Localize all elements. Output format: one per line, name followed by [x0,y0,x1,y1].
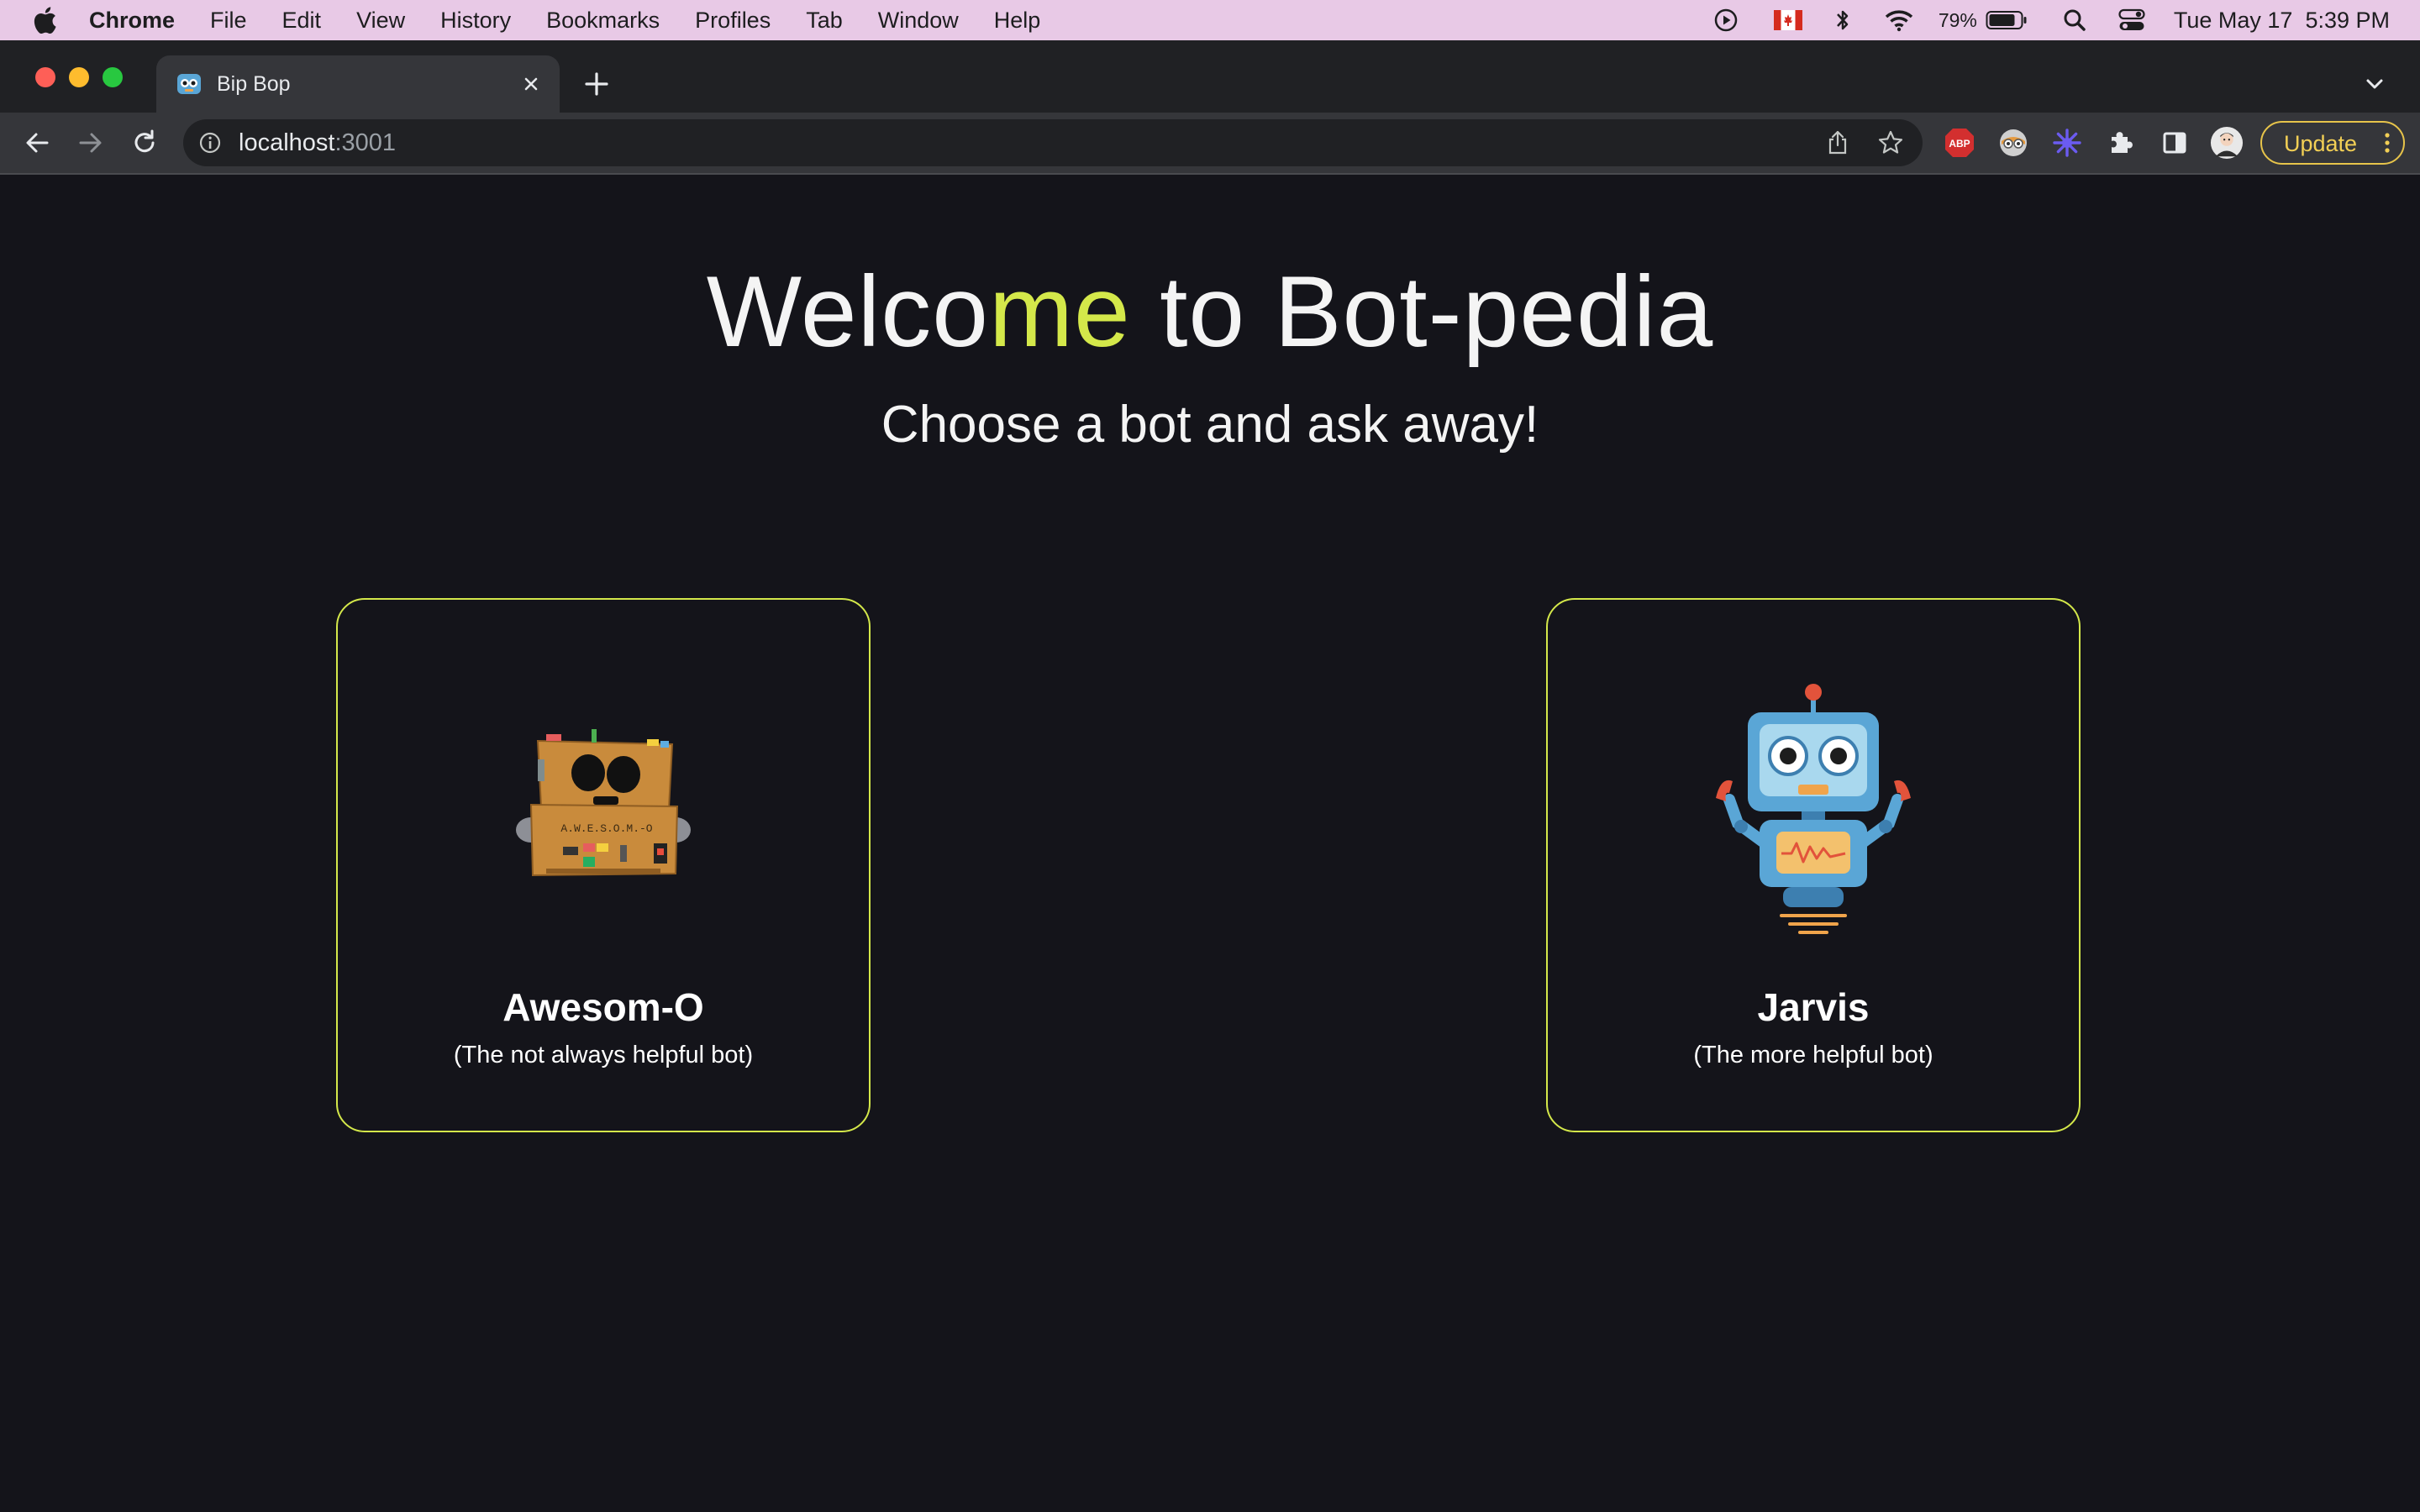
media-play-icon[interactable] [1713,8,1739,33]
bot-name-awesom-o: Awesom-O [502,985,704,1029]
abp-badge-text: ABP [1949,138,1970,150]
side-panel-icon[interactable] [2158,126,2191,160]
menu-edit[interactable]: Edit [282,8,322,34]
menu-history[interactable]: History [440,8,511,34]
reload-icon[interactable] [129,128,160,158]
spotlight-search-icon[interactable] [2063,8,2086,32]
page-title: Welcome to Bot-pedia [0,254,2420,370]
jarvis-robot-icon [1716,684,1911,934]
profile-extension-icon[interactable] [1996,126,2030,160]
awesom-o-chest-text: A.W.E.S.O.M.-O [560,822,652,835]
title-part-2: to Bot-pedia [1130,255,1714,368]
back-arrow-icon[interactable] [22,128,52,158]
robot-favicon-icon [177,74,201,94]
control-center-icon[interactable] [2118,8,2145,32]
status-area: 79% Tue May 17 5:39 PM [1713,0,2420,40]
window-minimize-button[interactable] [69,67,89,87]
canada-flag-icon[interactable] [1773,10,1802,30]
update-button-label: Update [2284,131,2358,156]
menu-clock[interactable]: Tue May 17 5:39 PM [2174,8,2390,34]
bookmark-star-icon[interactable] [1877,129,1904,156]
bot-description-jarvis: (The more helpful bot) [1693,1042,1933,1068]
awesom-o-robot-icon: A.W.E.S.O.M.-O [516,729,691,877]
share-icon[interactable] [1825,129,1850,156]
wifi-icon[interactable] [1885,8,1913,32]
window-zoom-button[interactable] [103,67,123,87]
menu-window[interactable]: Window [878,8,959,34]
menu-bookmarks[interactable]: Bookmarks [546,8,660,34]
url-text[interactable]: localhost:3001 [239,129,396,157]
menu-file[interactable]: File [210,8,247,34]
bot-card-awesom-o[interactable]: A.W.E.S.O.M.-O Awesom-O (The not always … [336,598,871,1132]
menu-profiles[interactable]: Profiles [695,8,771,34]
title-highlight: me [989,255,1131,368]
title-part-1: Welco [706,255,990,368]
page-subtitle: Choose a bot and ask away! [881,396,1539,454]
url-host: localhost [239,129,335,156]
bluetooth-icon[interactable] [1834,8,1851,33]
menu-view[interactable]: View [356,8,405,34]
puzzle-extensions-icon[interactable] [2104,126,2138,160]
user-avatar[interactable] [2210,126,2244,160]
menu-tab[interactable]: Tab [806,8,843,34]
chrome-menu-kebab-icon[interactable] [2383,131,2391,155]
app-menus: Chrome File Edit View History Bookmarks … [89,0,1076,40]
new-tab-plus-icon[interactable] [581,69,612,99]
address-bar[interactable]: localhost:3001 [183,119,1923,166]
active-tab[interactable]: Bip Bop [156,55,560,113]
apple-menu-icon[interactable] [32,7,57,34]
url-port: :3001 [334,129,397,156]
adblock-plus-icon[interactable]: ABP [1943,126,1976,160]
sparkle-extension-icon[interactable] [2050,126,2084,160]
tab-search-chevron-icon[interactable] [2363,74,2386,94]
site-info-icon[interactable] [198,131,222,155]
forward-arrow-icon[interactable] [76,128,106,158]
battery-percent: 79% [1938,8,1977,31]
battery-icon[interactable] [1986,10,2028,30]
macos-menu-bar: Chrome File Edit View History Bookmarks … [0,0,2420,40]
update-button[interactable]: Update [2260,121,2405,165]
window-close-button[interactable] [35,67,55,87]
menu-app-name[interactable]: Chrome [89,8,175,34]
tab-title: Bip Bop [217,72,291,96]
bot-description-awesom-o: (The not always helpful bot) [453,1042,754,1068]
menu-help[interactable]: Help [994,8,1041,34]
bot-name-jarvis: Jarvis [1757,985,1870,1029]
bot-card-jarvis[interactable]: Jarvis (The more helpful bot) [1546,598,2081,1132]
tab-close-icon[interactable] [518,71,544,97]
